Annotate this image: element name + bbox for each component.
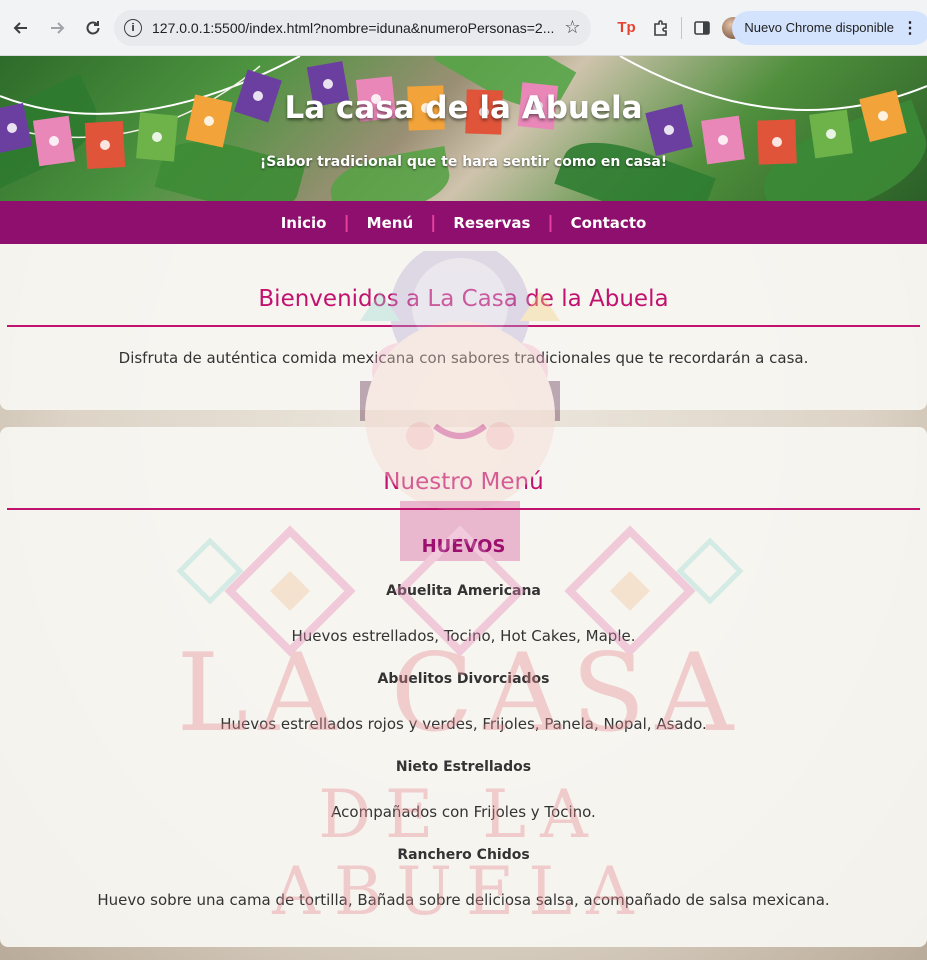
menu-section: Nuestro Menú HUEVOS Abuelita Americana H… [0, 427, 927, 947]
dish-name: Ranchero Chidos [397, 847, 530, 863]
toolbar-divider [680, 16, 682, 39]
nav-link-contacto[interactable]: Contacto [554, 214, 664, 232]
puzzle-icon[interactable] [647, 14, 675, 42]
url-text[interactable]: 127.0.0.1:5500/index.html?nombre=iduna&n… [152, 20, 554, 36]
dish-description: Huevos estrellados, Tocino, Hot Cakes, M… [291, 627, 636, 645]
menu-item: Ranchero Chidos Huevo sobre una cama de … [0, 847, 927, 909]
menu-dots-icon[interactable]: ⋮ [902, 18, 918, 38]
dish-description: Huevo sobre una cama de tortilla, Bañada… [97, 891, 830, 909]
star-icon[interactable]: ☆ [564, 17, 580, 38]
tp-extension-icon[interactable]: Tp [613, 14, 641, 42]
section-divider [7, 508, 920, 510]
welcome-heading: Bienvenidos a La Casa de la Abuela [258, 286, 669, 312]
forward-icon[interactable] [42, 13, 72, 43]
side-panel-icon[interactable] [688, 14, 716, 42]
update-label: Nuevo Chrome disponible [744, 20, 894, 35]
menu-item: Nieto Estrellados Acompañados con Frijol… [0, 759, 927, 821]
nav-link-menu[interactable]: Menú [350, 214, 430, 232]
welcome-section: Bienvenidos a La Casa de la Abuela Disfr… [0, 244, 927, 410]
hero-banner: La casa de la Abuela ¡Sabor tradicional … [0, 56, 927, 201]
dish-description: Huevos estrellados rojos y verdes, Frijo… [220, 715, 707, 733]
nav-link-inicio[interactable]: Inicio [264, 214, 344, 232]
menu-item: Abuelitos Divorciados Huevos estrellados… [0, 671, 927, 733]
browser-toolbar: i 127.0.0.1:5500/index.html?nombre=iduna… [0, 0, 927, 56]
menu-heading: Nuestro Menú [383, 469, 544, 495]
address-bar[interactable]: i 127.0.0.1:5500/index.html?nombre=iduna… [114, 9, 591, 46]
info-icon[interactable]: i [124, 18, 142, 37]
dish-name: Abuelitos Divorciados [377, 671, 550, 687]
chrome-update-button[interactable]: Nuevo Chrome disponible ⋮ [732, 10, 927, 45]
page: La casa de la Abuela ¡Sabor tradicional … [0, 56, 927, 960]
reload-icon[interactable] [78, 13, 108, 43]
section-divider [7, 325, 920, 327]
back-icon[interactable] [6, 13, 36, 43]
site-tagline: ¡Sabor tradicional que te hara sentir co… [259, 154, 668, 170]
menu-item: Abuelita Americana Huevos estrellados, T… [0, 583, 927, 645]
dish-name: Nieto Estrellados [395, 759, 532, 775]
main-nav: Inicio | Menú | Reservas | Contacto [0, 201, 927, 244]
papel-picado-garland [0, 56, 927, 169]
site-title: La casa de la Abuela [284, 90, 643, 126]
welcome-text: Disfruta de auténtica comida mexicana co… [118, 349, 809, 367]
dish-name: Abuelita Americana [386, 583, 541, 599]
dish-description: Acompañados con Frijoles y Tocino. [331, 803, 596, 821]
menu-category: HUEVOS [421, 536, 506, 557]
nav-link-reservas[interactable]: Reservas [436, 214, 547, 232]
